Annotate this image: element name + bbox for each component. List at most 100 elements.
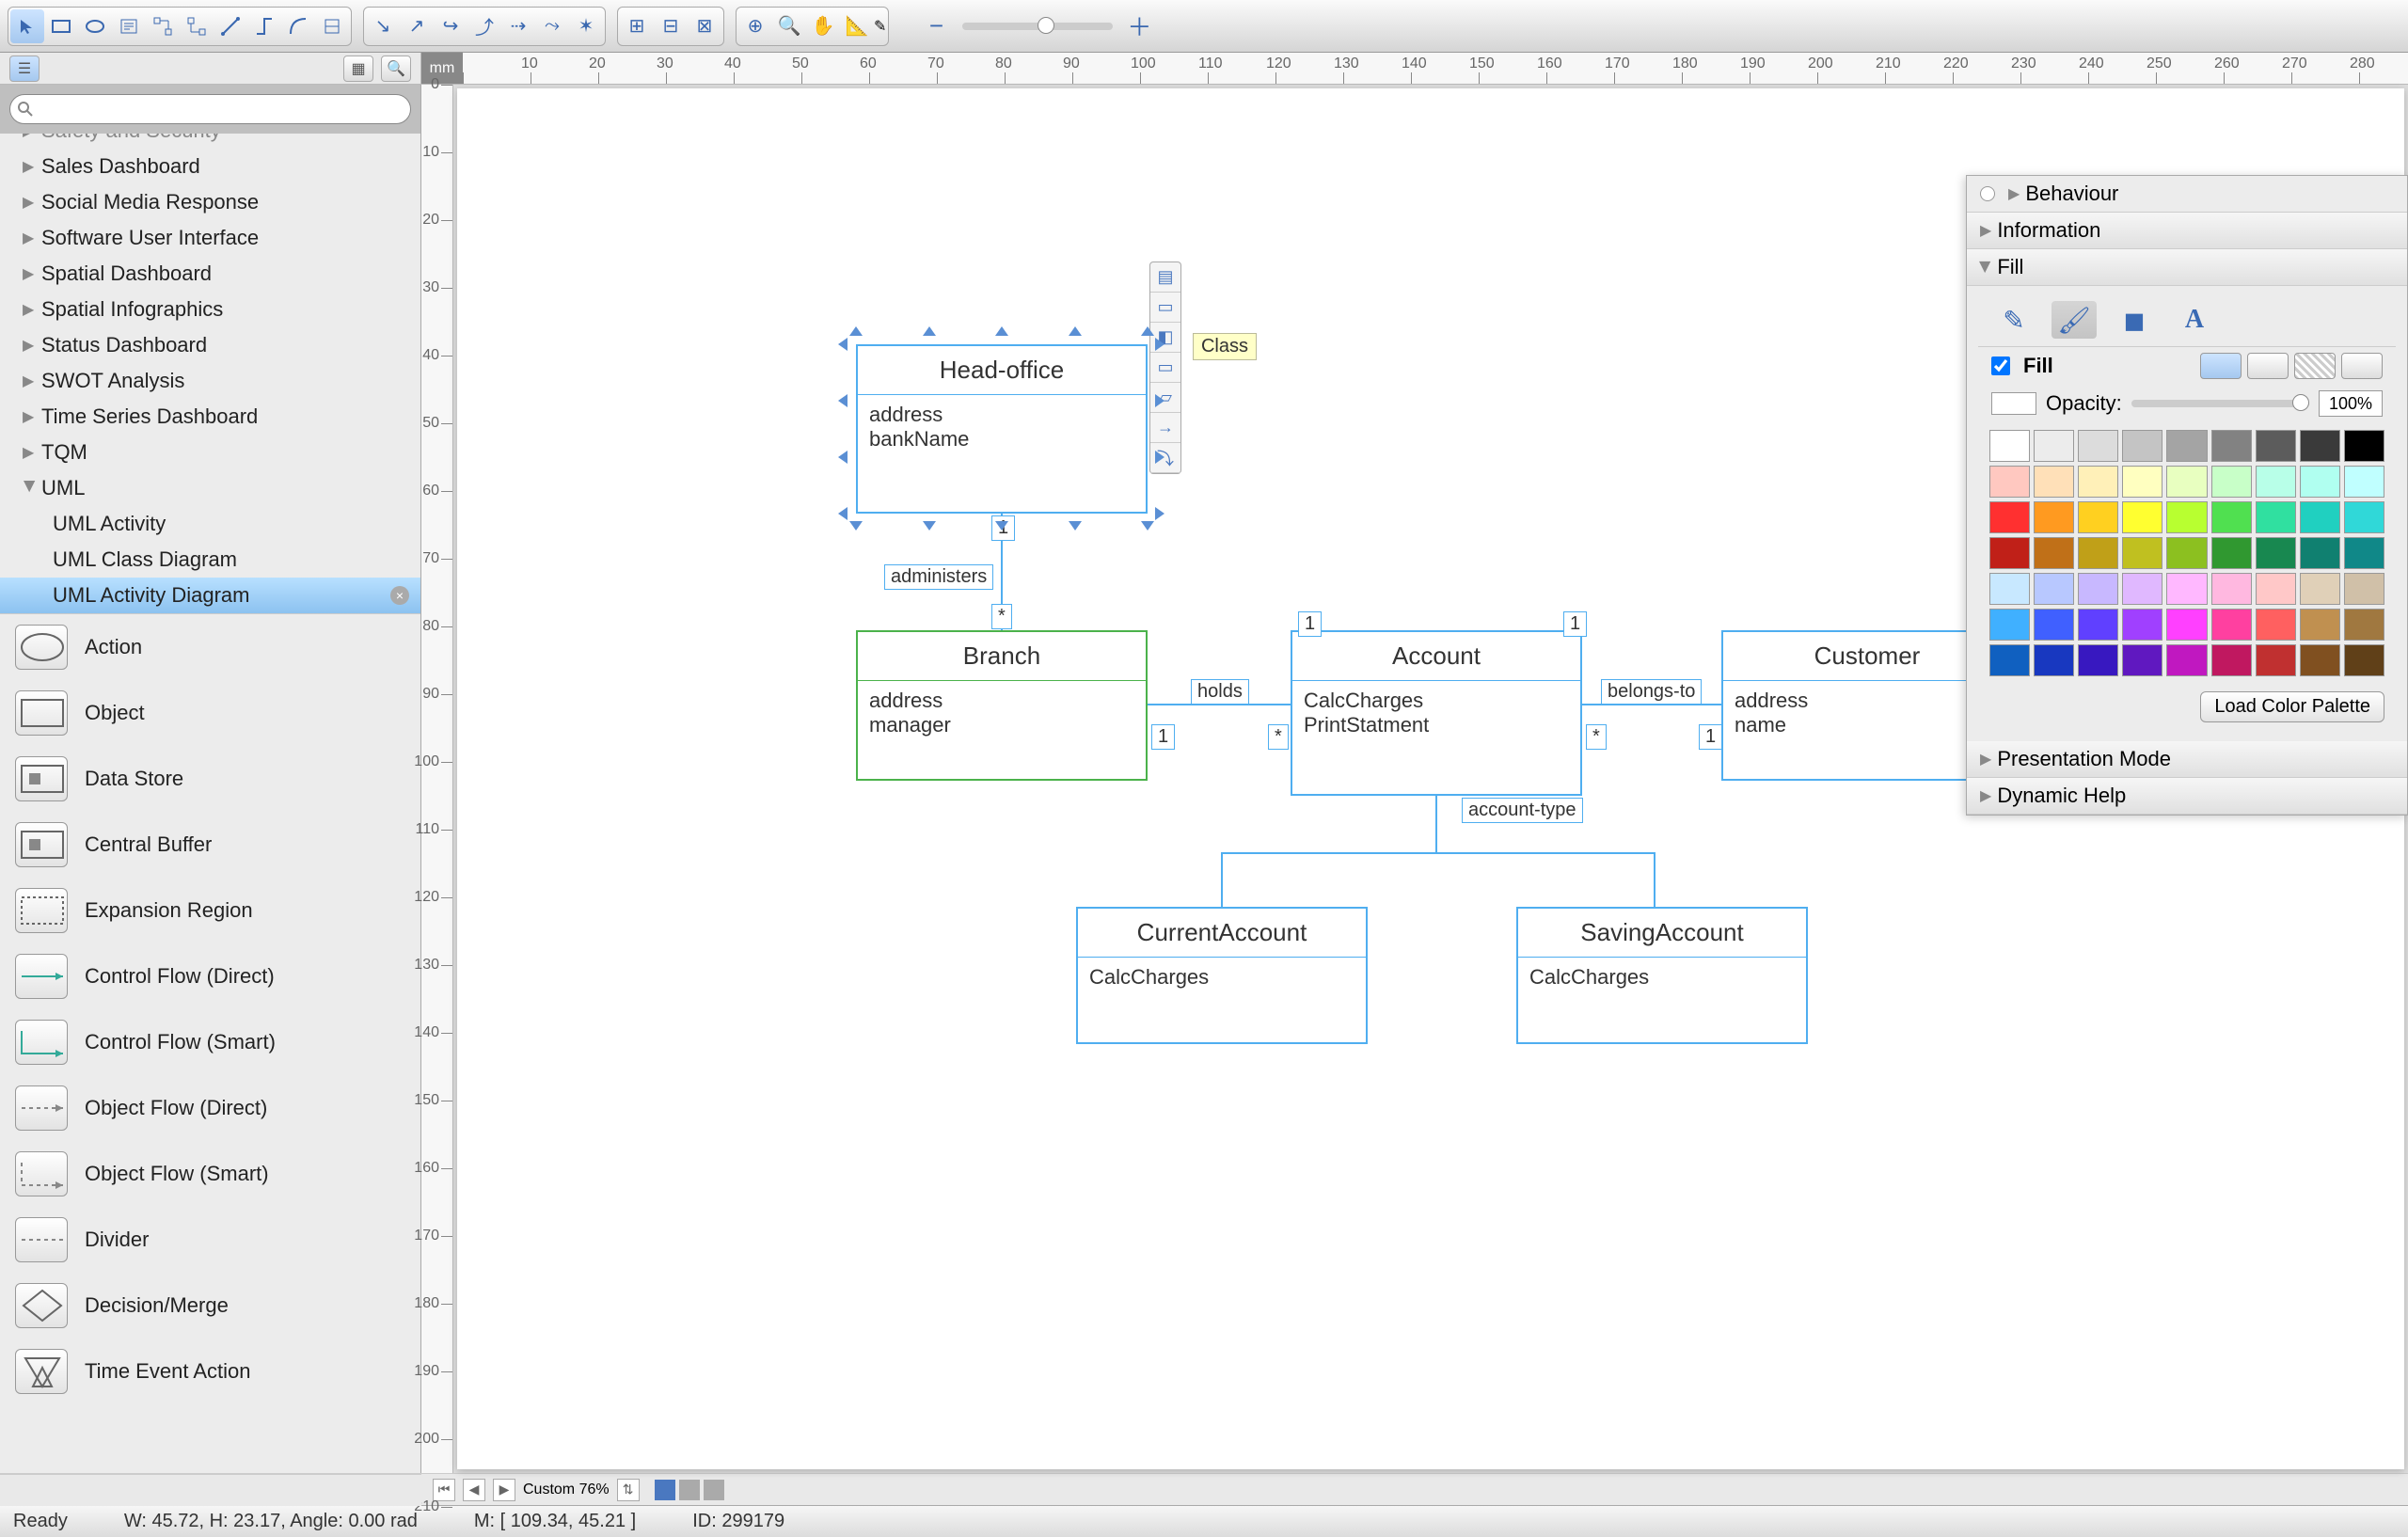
color-swatch[interactable] — [2034, 430, 2074, 462]
shape-item[interactable]: Divider — [0, 1207, 420, 1273]
load-palette-button[interactable]: Load Color Palette — [2200, 691, 2384, 722]
arrow-tool-1[interactable]: ↘ — [366, 9, 400, 43]
tree-subitem[interactable]: UML Activity Diagram× — [0, 578, 420, 613]
color-swatch[interactable] — [1989, 466, 2030, 498]
shape-item[interactable]: Object Flow (Direct) — [0, 1075, 420, 1141]
color-swatch[interactable] — [1989, 609, 2030, 641]
fill-pattern-icon[interactable] — [2294, 353, 2336, 379]
color-swatch[interactable] — [2256, 501, 2296, 533]
color-swatch[interactable] — [2078, 609, 2118, 641]
color-swatch[interactable] — [2122, 430, 2162, 462]
search-toggle-icon[interactable]: 🔍 — [381, 55, 411, 82]
color-swatch[interactable] — [2256, 537, 2296, 569]
tree-subitem[interactable]: UML Class Diagram — [0, 542, 420, 578]
color-swatch[interactable] — [2122, 537, 2162, 569]
shape-item[interactable]: Action — [0, 614, 420, 680]
zoom-out-icon[interactable]: − — [919, 9, 953, 43]
color-swatch[interactable] — [2122, 501, 2162, 533]
color-swatch[interactable] — [2034, 573, 2074, 605]
color-swatch[interactable] — [2034, 501, 2074, 533]
zoom-select[interactable]: Custom 76% — [523, 1482, 610, 1498]
multiplicity-label[interactable]: 1 — [1151, 724, 1175, 750]
color-swatch[interactable] — [2078, 537, 2118, 569]
color-swatch[interactable] — [2078, 501, 2118, 533]
ruler-tool[interactable]: 📐 — [840, 9, 874, 43]
multiplicity-label[interactable]: * — [991, 604, 1012, 629]
multiplicity-label[interactable]: 1 — [1563, 611, 1587, 637]
color-swatch[interactable] — [2344, 501, 2384, 533]
color-swatch[interactable] — [1989, 537, 2030, 569]
fill-color-swatch[interactable] — [1991, 392, 2036, 415]
color-swatch[interactable] — [2166, 466, 2207, 498]
tree-item[interactable]: ▶Status Dashboard — [0, 327, 420, 363]
color-swatch[interactable] — [2211, 466, 2252, 498]
text-tool[interactable] — [112, 9, 146, 43]
zoom-slider[interactable] — [962, 23, 1113, 30]
color-swatch[interactable] — [2344, 573, 2384, 605]
tree-item[interactable]: ▶Social Media Response — [0, 184, 420, 220]
tree-item[interactable]: ▶Spatial Infographics — [0, 292, 420, 327]
connector-tool-1[interactable] — [146, 9, 180, 43]
tree-subitem[interactable]: UML Activity — [0, 506, 420, 542]
section-dynamic-help[interactable]: ▶Dynamic Help — [1967, 778, 2407, 815]
pen-tab-icon[interactable]: ✎ — [1991, 301, 2036, 339]
zoom-fit-tool[interactable]: ⊕ — [738, 9, 772, 43]
color-swatch[interactable] — [2300, 430, 2340, 462]
fill-solid-icon[interactable] — [2200, 353, 2242, 379]
color-swatch[interactable] — [2078, 430, 2118, 462]
section-presentation[interactable]: ▶Presentation Mode — [1967, 741, 2407, 778]
color-swatch[interactable] — [2166, 609, 2207, 641]
zoom-in-icon[interactable]: ＋ — [1122, 9, 1156, 43]
connector-tool-3[interactable] — [214, 9, 247, 43]
shadow-tab-icon[interactable]: ◼ — [2112, 301, 2157, 339]
multiplicity-label[interactable]: * — [1268, 724, 1289, 750]
color-swatch[interactable] — [2211, 537, 2252, 569]
color-swatch[interactable] — [2300, 609, 2340, 641]
color-swatch[interactable] — [2166, 430, 2207, 462]
shape-item[interactable]: Expansion Region — [0, 878, 420, 943]
shape-item[interactable]: Control Flow (Smart) — [0, 1009, 420, 1075]
association-label[interactable]: holds — [1191, 679, 1249, 705]
arrow-tool-2[interactable]: ↗ — [400, 9, 434, 43]
align-tool-3[interactable]: ⊠ — [688, 9, 721, 43]
text-tab-icon[interactable]: A — [2172, 301, 2217, 339]
color-swatch[interactable] — [1989, 501, 2030, 533]
multiplicity-label[interactable]: 1 — [1298, 611, 1322, 637]
color-swatch[interactable] — [2078, 573, 2118, 605]
color-swatch[interactable] — [2122, 466, 2162, 498]
arrow-tool-3[interactable]: ↪ — [434, 9, 467, 43]
multiplicity-label[interactable]: * — [1586, 724, 1607, 750]
color-swatch[interactable] — [2256, 430, 2296, 462]
smart-btn-2[interactable]: ▭ — [1150, 293, 1180, 323]
tree-view-icon[interactable]: ☰ — [9, 55, 40, 82]
color-swatch[interactable] — [2166, 501, 2207, 533]
opacity-slider[interactable] — [2131, 400, 2309, 407]
color-swatch[interactable] — [2256, 573, 2296, 605]
color-swatch[interactable] — [2344, 537, 2384, 569]
color-swatch[interactable] — [2122, 644, 2162, 676]
library-search-input[interactable] — [9, 94, 411, 124]
shape-item[interactable]: Data Store — [0, 746, 420, 812]
uml-class-account[interactable]: Account CalcChargesPrintStatment — [1291, 630, 1582, 796]
color-swatch[interactable] — [2344, 430, 2384, 462]
close-icon[interactable] — [1980, 186, 1995, 201]
arrow-tool-5[interactable]: ⇢ — [501, 9, 535, 43]
connector-tool-4[interactable] — [247, 9, 281, 43]
fill-gradient-icon[interactable] — [2247, 353, 2289, 379]
color-swatch[interactable] — [2344, 609, 2384, 641]
color-swatch[interactable] — [2300, 644, 2340, 676]
zoom-stepper-icon[interactable]: ⇅ — [617, 1479, 640, 1501]
connector-tool-5[interactable] — [281, 9, 315, 43]
color-swatch[interactable] — [2211, 573, 2252, 605]
tree-item[interactable]: ▶Time Series Dashboard — [0, 399, 420, 435]
tree-item[interactable]: ▶UML — [0, 470, 420, 506]
shape-item[interactable]: Decision/Merge — [0, 1273, 420, 1339]
shape-item[interactable]: Central Buffer — [0, 812, 420, 878]
zoom-tool[interactable]: 🔍 — [772, 9, 806, 43]
section-information[interactable]: ▶Information — [1967, 213, 2407, 249]
multiplicity-label[interactable]: 1 — [991, 515, 1015, 541]
fill-checkbox[interactable] — [1991, 357, 2010, 375]
tree-item[interactable]: ▶Sales Dashboard — [0, 149, 420, 184]
cursor-tool[interactable] — [10, 9, 44, 43]
shape-item[interactable]: Object Flow (Smart) — [0, 1141, 420, 1207]
